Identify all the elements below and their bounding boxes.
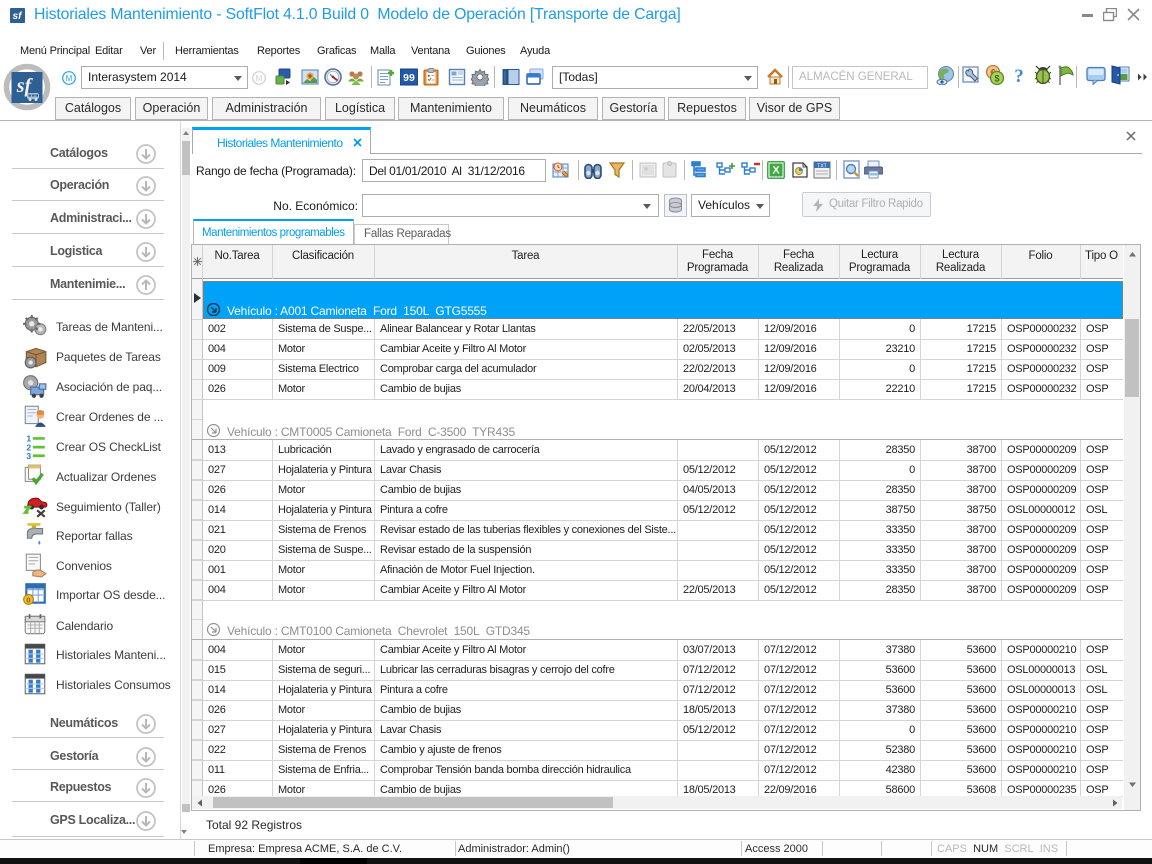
svg-text:?: ? — [1014, 66, 1024, 86]
svg-text:99: 99 — [403, 72, 415, 84]
svg-text:X: X — [772, 165, 780, 177]
svg-text:M: M — [66, 74, 73, 83]
svg-text:TXT: TXT — [817, 164, 826, 170]
svg-text:3: 3 — [26, 451, 31, 459]
svg-text:0: 0 — [26, 596, 30, 605]
svg-text:M: M — [256, 74, 263, 83]
svg-text:$: $ — [994, 74, 999, 84]
